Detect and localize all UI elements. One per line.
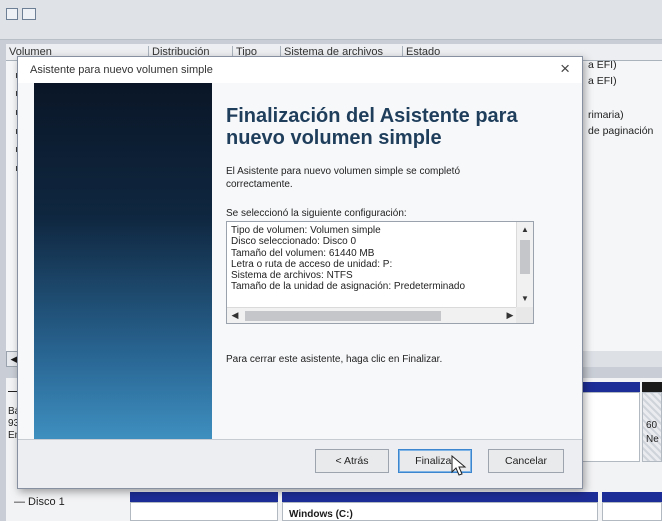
- config-line: Tipo de volumen: Volumen simple: [231, 225, 381, 236]
- back-button[interactable]: < Atrás: [315, 449, 389, 473]
- wizard-close-hint: Para cerrar este asistente, haga clic en…: [226, 354, 443, 365]
- disk1-partition-name: Windows (C:): [289, 509, 353, 520]
- volume-status-text: a EFI): [588, 75, 617, 87]
- wizard-heading: Finalización del Asistente para nuevo vo…: [226, 105, 518, 149]
- wizard-config-label: Se seleccionó la siguiente configuración…: [226, 208, 407, 219]
- toolbar-view-icon[interactable]: [6, 8, 18, 20]
- config-line: Tamaño del volumen: 61440 MB: [231, 247, 375, 259]
- unallocated-size: 60: [646, 420, 658, 431]
- wizard-completed-text: El Asistente para nuevo volumen simple s…: [226, 166, 461, 190]
- config-line: Tamaño de la unidad de asignación: Prede…: [231, 281, 466, 293]
- config-summary-text: Tipo de volumen: Volumen simple Disco se…: [231, 225, 517, 307]
- partition-bar: [578, 382, 640, 392]
- config-vscrollbar[interactable]: ▲ ▼: [516, 222, 533, 307]
- scroll-down-icon[interactable]: ▼: [517, 292, 533, 306]
- config-hscroll-thumb[interactable]: [245, 311, 441, 321]
- close-icon[interactable]: ×: [560, 59, 570, 79]
- disk1-partition-block[interactable]: Windows (C:): [282, 502, 598, 521]
- toolbar: [0, 0, 662, 40]
- wizard-side-banner: [34, 83, 212, 439]
- new-simple-volume-wizard: Asistente para nuevo volumen simple × Fi…: [17, 56, 583, 489]
- disk1-partition-block[interactable]: [130, 502, 278, 521]
- scroll-corner: [516, 307, 533, 323]
- mouse-cursor-icon: [451, 455, 467, 476]
- wizard-titlebar: Asistente para nuevo volumen simple ×: [18, 57, 582, 83]
- config-vscroll-thumb[interactable]: [520, 240, 530, 274]
- scroll-left-icon[interactable]: ◀: [228, 308, 242, 323]
- unallocated-bar: [642, 382, 662, 392]
- disk1-partition-bar: [130, 492, 278, 502]
- unallocated-status: Ne: [646, 434, 659, 445]
- disk1-partition-bar: [602, 492, 662, 502]
- volume-status-text: de paginación: [588, 125, 654, 137]
- config-line: Letra o ruta de acceso de unidad: P:: [231, 258, 393, 270]
- scroll-right-icon[interactable]: ▶: [503, 308, 517, 323]
- config-line: Sistema de archivos: NTFS: [231, 270, 353, 282]
- toolbar-properties-icon[interactable]: [22, 8, 36, 20]
- scroll-up-icon[interactable]: ▲: [517, 223, 533, 237]
- cancel-button[interactable]: Cancelar: [488, 449, 564, 473]
- config-line: Disco seleccionado: Disco 0: [231, 236, 357, 248]
- volume-status-column: a EFI) a EFI) rimaria) de paginación: [588, 59, 653, 141]
- config-hscrollbar[interactable]: ◀ ▶: [227, 307, 518, 323]
- disk1-partition-bar: [282, 492, 598, 502]
- wizard-window-title: Asistente para nuevo volumen simple: [30, 64, 213, 76]
- disk1-label: — Disco 1: [14, 496, 65, 508]
- volume-status-text: a EFI): [588, 59, 617, 71]
- volume-status-text: rimaria): [588, 109, 624, 121]
- disk1-partition-block[interactable]: [602, 502, 662, 521]
- config-summary-box[interactable]: Tipo de volumen: Volumen simple Disco se…: [226, 221, 534, 324]
- partition-block[interactable]: [578, 392, 640, 462]
